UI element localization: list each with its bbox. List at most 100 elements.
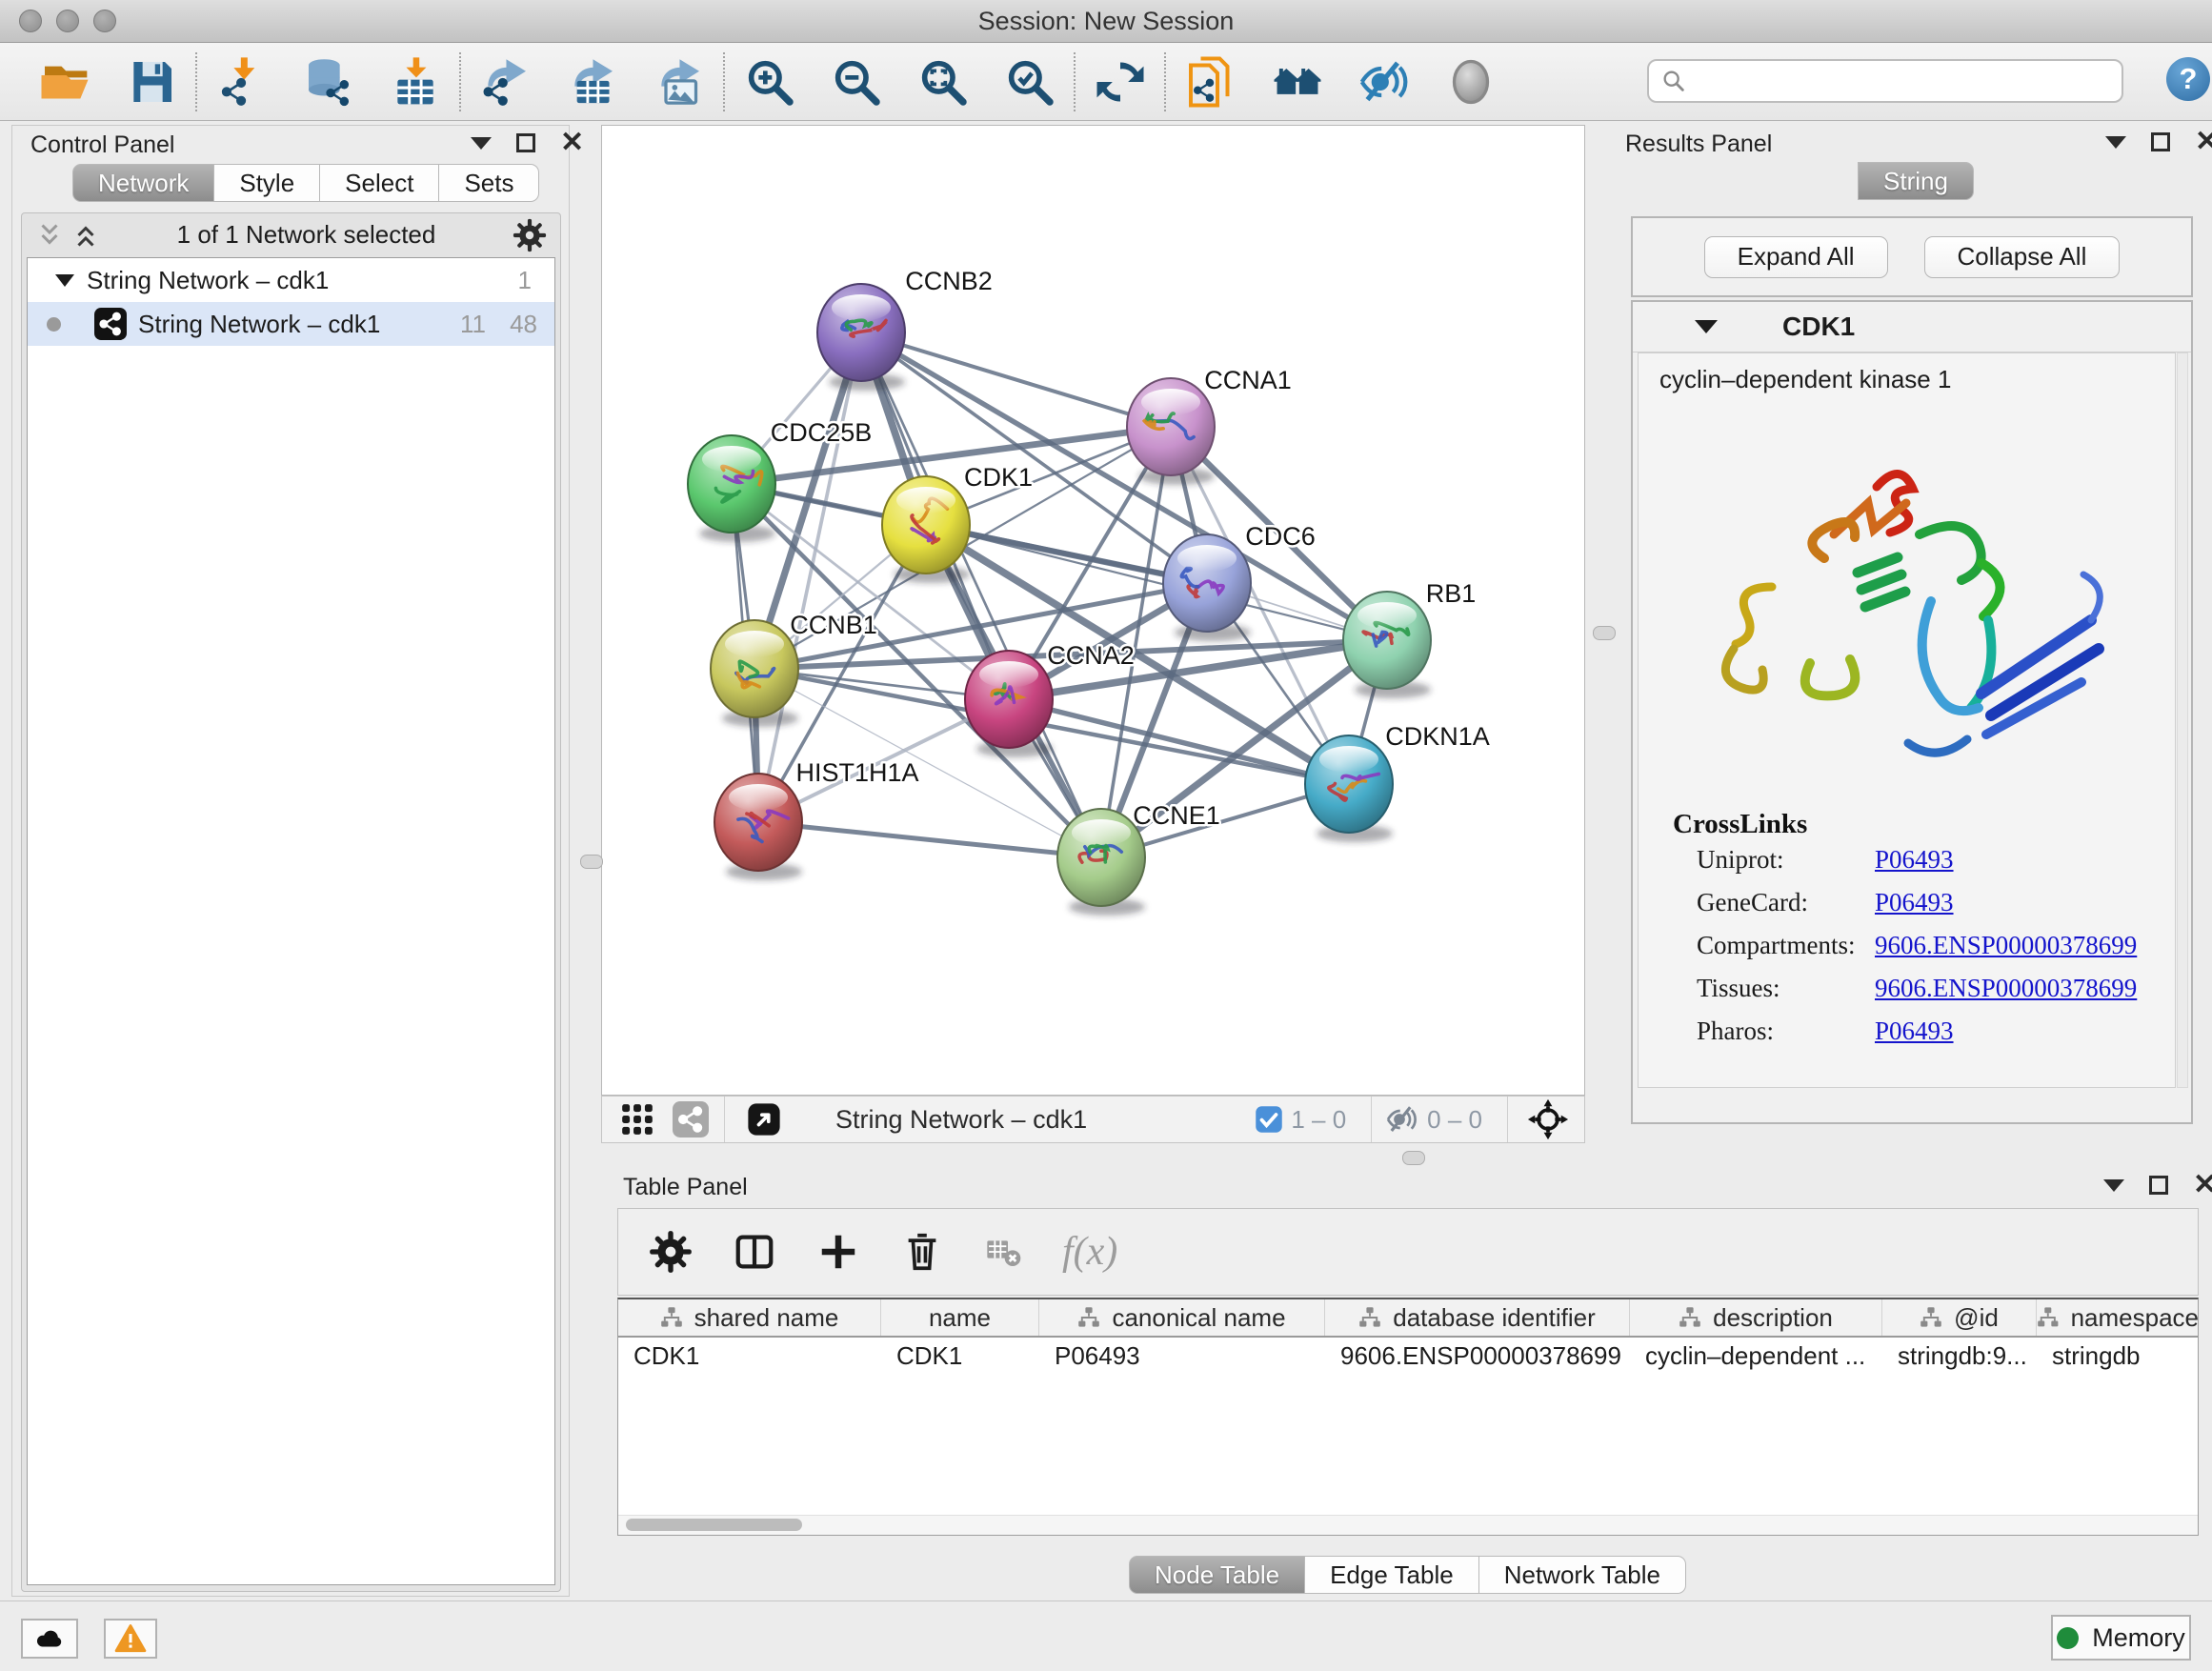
table-cell[interactable]: CDK1 — [881, 1338, 1039, 1374]
import-table-icon[interactable] — [372, 50, 458, 113]
string-homes-icon[interactable] — [1254, 50, 1340, 113]
scrollbar-thumb[interactable] — [626, 1519, 802, 1531]
search-box[interactable] — [1647, 59, 2123, 103]
network-options-gear-icon[interactable] — [513, 218, 547, 252]
tab-sets[interactable]: Sets — [439, 164, 539, 202]
node-cdc25b[interactable] — [688, 435, 775, 533]
memory-button[interactable]: Memory — [2051, 1615, 2191, 1661]
import-database-icon[interactable] — [285, 50, 372, 113]
tab-edge-table[interactable]: Edge Table — [1305, 1556, 1479, 1594]
fit-crosshair-icon[interactable] — [1527, 1098, 1569, 1140]
node-ccnb2[interactable] — [817, 284, 905, 381]
table-cell[interactable]: stringdb — [2037, 1338, 2199, 1374]
table-cell[interactable]: 9606.ENSP00000378699 — [1325, 1338, 1630, 1374]
hide-unhide-icon[interactable] — [1340, 50, 1427, 113]
left-splitter-handle[interactable] — [580, 855, 603, 869]
column-header-namespace[interactable]: namespace — [2037, 1299, 2199, 1336]
column-header-sharedname[interactable]: shared name — [618, 1299, 881, 1336]
refresh-view-icon[interactable] — [1076, 50, 1163, 113]
column-header-description[interactable]: description — [1630, 1299, 1882, 1336]
import-network-icon[interactable] — [198, 50, 285, 113]
svg-text:CCNA1: CCNA1 — [1204, 366, 1292, 394]
table-h-scrollbar[interactable] — [618, 1515, 2198, 1535]
results-scrollbar[interactable] — [2177, 352, 2188, 1088]
node-cdk1[interactable] — [882, 476, 970, 574]
tab-style[interactable]: Style — [214, 164, 320, 202]
export-image-icon[interactable] — [635, 50, 722, 113]
node-cdkn1a[interactable] — [1305, 735, 1393, 833]
close-panel-icon[interactable]: ✕ — [2195, 132, 2212, 151]
float-panel-icon[interactable] — [2151, 132, 2170, 151]
cloud-button[interactable] — [21, 1619, 78, 1659]
birdseye-preview-icon[interactable] — [1427, 50, 1514, 113]
close-panel-icon[interactable]: ✕ — [560, 133, 584, 152]
share-document-icon[interactable] — [1167, 50, 1254, 113]
network-collection-row[interactable]: String Network – cdk1 1 — [28, 258, 554, 302]
column-header-name[interactable]: name — [881, 1299, 1039, 1336]
crosslink-compartments-link[interactable]: 9606.ENSP00000378699 — [1875, 931, 2137, 960]
close-panel-icon[interactable]: ✕ — [2193, 1176, 2212, 1195]
node-hist1h1a[interactable] — [714, 774, 802, 871]
tab-network[interactable]: Network — [72, 164, 214, 202]
network-row[interactable]: String Network – cdk1 11 48 — [28, 302, 554, 346]
birdseye-view-icon[interactable] — [746, 1101, 782, 1137]
delete-column-trash-icon[interactable] — [900, 1230, 944, 1274]
tab-select[interactable]: Select — [320, 164, 439, 202]
expand-all-button[interactable]: Expand All — [1704, 236, 1888, 278]
table-cell[interactable]: P06493 — [1039, 1338, 1325, 1374]
share-network-icon[interactable] — [673, 1101, 709, 1137]
zoom-selected-icon[interactable] — [986, 50, 1073, 113]
right-splitter-handle[interactable] — [1593, 626, 1616, 640]
column-header-canonicalname[interactable]: canonical name — [1039, 1299, 1325, 1336]
collapse-panel-icon[interactable] — [471, 137, 492, 150]
collapse-panel-icon[interactable] — [2105, 136, 2126, 149]
zoom-in-icon[interactable] — [726, 50, 813, 113]
column-visibility-icon[interactable] — [733, 1230, 776, 1274]
grid-view-icon[interactable] — [619, 1101, 655, 1137]
expand-all-networks-icon[interactable] — [71, 221, 100, 250]
add-column-icon[interactable] — [816, 1230, 860, 1274]
bottom-splitter-handle[interactable] — [1402, 1151, 1425, 1165]
collapse-entry-icon[interactable] — [1695, 320, 1718, 333]
tab-string[interactable]: String — [1858, 162, 1974, 200]
collapse-panel-icon[interactable] — [2103, 1179, 2124, 1192]
crosslink-pharos-link[interactable]: P06493 — [1875, 1017, 1954, 1046]
table-cell[interactable]: cyclin–dependent ... — [1630, 1338, 1882, 1374]
tab-node-table[interactable]: Node Table — [1129, 1556, 1305, 1594]
tab-network-table[interactable]: Network Table — [1479, 1556, 1686, 1594]
float-panel-icon[interactable] — [516, 133, 535, 152]
node-ccnb1[interactable] — [711, 620, 798, 717]
column-header-id[interactable]: @id — [1882, 1299, 2037, 1336]
node-rb1[interactable] — [1343, 592, 1431, 689]
collection-expand-icon[interactable] — [55, 274, 74, 287]
export-network-icon[interactable] — [462, 50, 549, 113]
crosslink-genecard-link[interactable]: P06493 — [1875, 888, 1954, 917]
crosslink-tissues-link[interactable]: 9606.ENSP00000378699 — [1875, 974, 2137, 1003]
open-session-icon[interactable] — [21, 50, 108, 113]
selected-checkbox-icon[interactable] — [1255, 1105, 1283, 1134]
network-canvas[interactable]: CCNB2CCNA1CDC25BCDK1CDC6RB1CCNB1CCNA2CDK… — [601, 125, 1585, 1096]
help-button[interactable]: ? — [2166, 57, 2210, 101]
table-settings-gear-icon[interactable] — [649, 1230, 693, 1274]
node-ccna2[interactable] — [965, 651, 1053, 748]
export-table-icon[interactable] — [549, 50, 635, 113]
zoom-out-icon[interactable] — [813, 50, 899, 113]
table-cell[interactable]: stringdb:9... — [1882, 1338, 2037, 1374]
collection-count: 1 — [518, 266, 532, 295]
warning-button[interactable] — [104, 1619, 157, 1659]
float-panel-icon[interactable] — [2149, 1176, 2168, 1195]
node-ccna1[interactable] — [1127, 378, 1215, 475]
collapse-all-networks-icon[interactable] — [35, 221, 64, 250]
zoom-fit-icon[interactable] — [899, 50, 986, 113]
node-result-header[interactable]: CDK1 — [1633, 302, 2191, 352]
collapse-all-button[interactable]: Collapse All — [1924, 236, 2121, 278]
crosslink-uniprot-link[interactable]: P06493 — [1875, 845, 1954, 875]
column-header-databaseidentifier[interactable]: database identifier — [1325, 1299, 1630, 1336]
table-row[interactable]: CDK1CDK1P064939606.ENSP00000378699cyclin… — [618, 1338, 2198, 1374]
search-input[interactable] — [1687, 67, 2122, 95]
hidden-eye-icon[interactable] — [1385, 1102, 1419, 1137]
node-cdc6[interactable] — [1163, 534, 1251, 632]
table-cell[interactable]: CDK1 — [618, 1338, 881, 1374]
save-session-icon[interactable] — [108, 50, 194, 113]
node-ccne1[interactable] — [1057, 809, 1145, 906]
